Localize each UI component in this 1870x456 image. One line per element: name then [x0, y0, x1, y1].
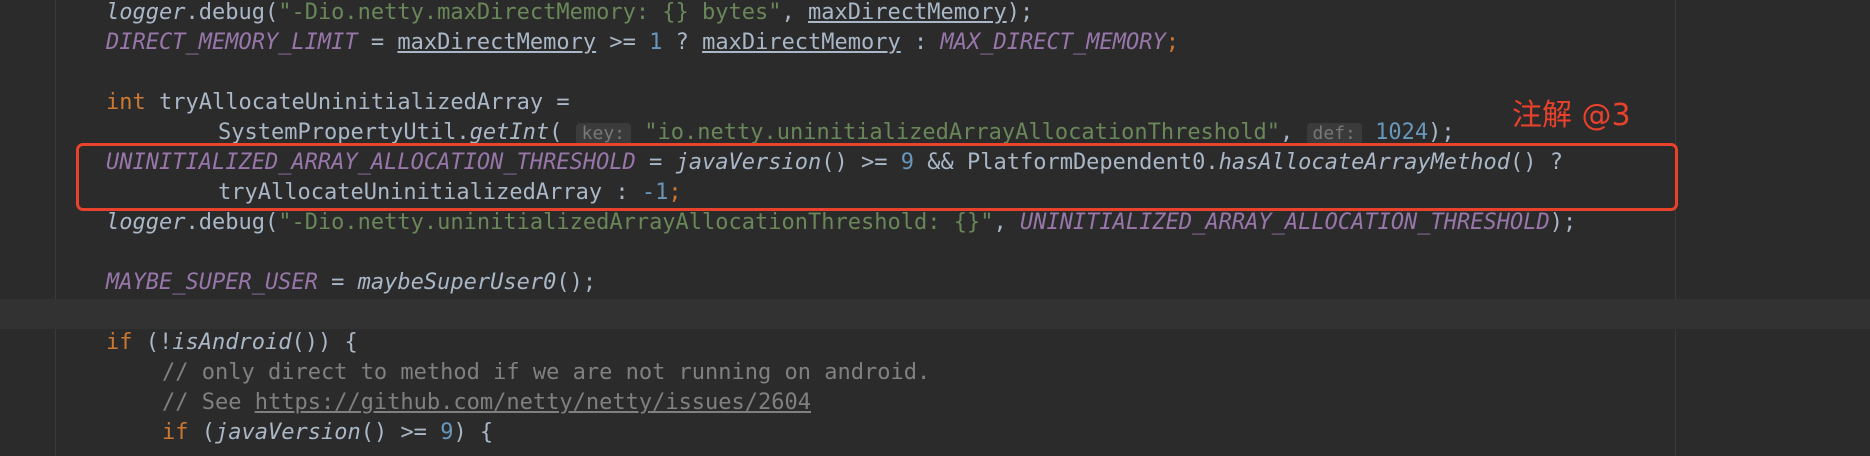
method-ref[interactable]: javaVersion — [215, 420, 361, 445]
comment-link[interactable]: https://github.com/netty/netty/issues/26… — [255, 390, 811, 415]
code-token: = — [317, 270, 358, 295]
parameter-hint: def: — [1306, 123, 1362, 145]
constant-ref[interactable]: UNINITIALIZED_ARRAY_ALLOCATION_THRESHOLD — [1020, 210, 1550, 235]
code-line[interactable]: logger.debug("-Dio.netty.maxDirectMemory… — [106, 0, 1033, 28]
code-editor[interactable]: logger.debug("-Dio.netty.maxDirectMemory… — [0, 0, 1870, 456]
code-token: .debug( — [185, 210, 279, 235]
logger-ref: logger — [106, 0, 186, 25]
code-token: ( — [188, 420, 215, 445]
code-token: >= — [596, 30, 650, 55]
keyword: int — [106, 90, 146, 115]
class-ref[interactable]: SystemPropertyUtil. — [218, 120, 470, 145]
number-literal: 1 — [649, 30, 663, 55]
method-ref[interactable]: maybeSuperUser0 — [358, 270, 557, 295]
code-token: (! — [132, 330, 173, 355]
code-line[interactable]: // See https://github.com/netty/netty/is… — [162, 388, 811, 418]
code-token: ); — [1006, 0, 1034, 25]
code-token: (); — [556, 270, 597, 295]
constant-ref[interactable]: MAYBE_SUPER_USER — [106, 270, 318, 295]
code-token: , — [993, 210, 1020, 235]
annotation-highlight-box — [76, 143, 1678, 211]
field-ref[interactable]: maxDirectMemory — [397, 30, 596, 55]
comment: // only direct to method if we are not r… — [162, 360, 931, 385]
number-literal: 9 — [440, 420, 454, 445]
code-token: , — [1280, 120, 1307, 145]
code-line[interactable]: MAYBE_SUPER_USER = maybeSuperUser0(); — [106, 268, 596, 298]
current-line-highlight — [0, 299, 1870, 329]
code-line[interactable]: if (javaVersion() >= 9) { — [162, 418, 493, 448]
field-ref[interactable]: maxDirectMemory — [702, 30, 901, 55]
code-token: tryAllocateUninitializedArray = — [145, 90, 570, 115]
code-token: ); — [1549, 210, 1577, 235]
code-line[interactable]: if (!isAndroid()) { — [106, 328, 358, 358]
code-token: = — [357, 30, 398, 55]
gutter-divider — [55, 0, 56, 456]
code-line[interactable]: logger.debug("-Dio.netty.uninitializedAr… — [106, 208, 1576, 238]
string-literal: "io.netty.uninitializedArrayAllocationTh… — [644, 120, 1281, 145]
code-token: ? — [662, 30, 703, 55]
comment: // See — [162, 390, 255, 415]
method-ref[interactable]: getInt — [470, 120, 549, 145]
keyword: if — [162, 420, 189, 445]
code-line[interactable]: DIRECT_MEMORY_LIMIT = maxDirectMemory >=… — [106, 28, 1179, 58]
code-token: ( — [549, 120, 563, 145]
code-token: ); — [1428, 120, 1455, 145]
logger-ref: logger — [106, 210, 186, 235]
parameter-hint: key: — [575, 123, 632, 145]
constant-ref[interactable]: MAX_DIRECT_MEMORY — [941, 30, 1166, 55]
constant-ref[interactable]: DIRECT_MEMORY_LIMIT — [106, 30, 358, 55]
annotation-label: 注解 @3 — [1512, 98, 1631, 133]
method-ref[interactable]: isAndroid — [172, 330, 291, 355]
code-token: .debug( — [185, 0, 279, 25]
code-token: , — [781, 0, 809, 25]
code-token: () >= — [360, 420, 441, 445]
string-literal: "-Dio.netty.maxDirectMemory: {} bytes" — [278, 0, 782, 25]
code-line[interactable]: int tryAllocateUninitializedArray = — [106, 88, 570, 118]
right-margin-guide — [1675, 0, 1676, 456]
code-token: ) { — [453, 420, 494, 445]
field-ref[interactable]: maxDirectMemory — [808, 0, 1007, 25]
string-literal: "-Dio.netty.uninitializedArrayAllocation… — [278, 210, 994, 235]
code-token: ()) { — [291, 330, 358, 355]
number-literal: 1024 — [1375, 120, 1429, 145]
code-line[interactable]: // only direct to method if we are not r… — [162, 358, 930, 388]
code-token: ; — [1165, 30, 1179, 55]
keyword: if — [106, 330, 133, 355]
code-token: : — [900, 30, 941, 55]
